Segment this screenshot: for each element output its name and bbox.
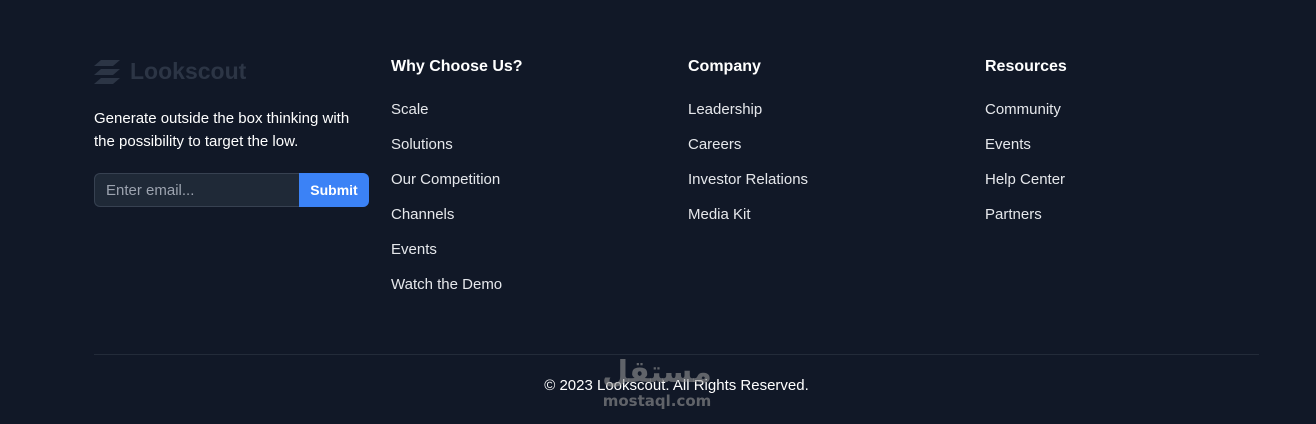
list-item: Investor Relations bbox=[688, 170, 948, 190]
list-item: Media Kit bbox=[688, 205, 948, 225]
column-heading: Company bbox=[688, 58, 761, 75]
newsletter-form: Submit bbox=[94, 173, 369, 207]
submit-button[interactable]: Submit bbox=[299, 173, 369, 207]
link-list: Community Events Help Center Partners bbox=[985, 100, 1245, 225]
email-input[interactable] bbox=[94, 173, 299, 207]
footer-link-community[interactable]: Community bbox=[985, 101, 1061, 118]
footer-link-events[interactable]: Events bbox=[985, 136, 1031, 153]
footer-link-events[interactable]: Events bbox=[391, 241, 437, 258]
list-item: Our Competition bbox=[391, 170, 651, 190]
footer-link-careers[interactable]: Careers bbox=[688, 136, 741, 153]
list-item: Leadership bbox=[688, 100, 948, 120]
list-item: Community bbox=[985, 100, 1245, 120]
link-list: Leadership Careers Investor Relations Me… bbox=[688, 100, 948, 225]
list-item: Scale bbox=[391, 100, 651, 120]
list-item: Help Center bbox=[985, 170, 1245, 190]
list-item: Events bbox=[985, 135, 1245, 155]
footer-link-solutions[interactable]: Solutions bbox=[391, 136, 453, 153]
brand-logo[interactable]: Lookscout bbox=[94, 58, 246, 85]
link-list: Scale Solutions Our Competition Channels… bbox=[391, 100, 651, 295]
footer-link-scale[interactable]: Scale bbox=[391, 101, 429, 118]
footer-column-resources: Resources Community Events Help Center P… bbox=[985, 57, 1245, 240]
footer-link-channels[interactable]: Channels bbox=[391, 206, 454, 223]
list-item: Events bbox=[391, 240, 651, 260]
footer-link-investor-relations[interactable]: Investor Relations bbox=[688, 171, 808, 188]
copyright-text: © 2023 Lookscout. All Rights Reserved. bbox=[544, 377, 809, 394]
footer-link-our-competition[interactable]: Our Competition bbox=[391, 171, 500, 188]
column-heading: Why Choose Us? bbox=[391, 58, 523, 75]
footer-link-watch-demo[interactable]: Watch the Demo bbox=[391, 276, 502, 293]
brand-tagline: Generate outside the box thinking with t… bbox=[94, 110, 350, 150]
brand-name: Lookscout bbox=[130, 58, 247, 84]
column-heading: Resources bbox=[985, 58, 1067, 75]
footer-column-why-choose-us: Why Choose Us? Scale Solutions Our Compe… bbox=[391, 57, 651, 310]
list-item: Solutions bbox=[391, 135, 651, 155]
logo-icon bbox=[94, 59, 120, 84]
list-item: Watch the Demo bbox=[391, 275, 651, 295]
list-item: Channels bbox=[391, 205, 651, 225]
list-item: Careers bbox=[688, 135, 948, 155]
footer-link-partners[interactable]: Partners bbox=[985, 206, 1042, 223]
footer-link-leadership[interactable]: Leadership bbox=[688, 101, 762, 118]
footer-column-company: Company Leadership Careers Investor Rela… bbox=[688, 57, 948, 240]
list-item: Partners bbox=[985, 205, 1245, 225]
footer-link-media-kit[interactable]: Media Kit bbox=[688, 206, 751, 223]
footer-divider bbox=[94, 354, 1259, 355]
footer-link-help-center[interactable]: Help Center bbox=[985, 171, 1065, 188]
